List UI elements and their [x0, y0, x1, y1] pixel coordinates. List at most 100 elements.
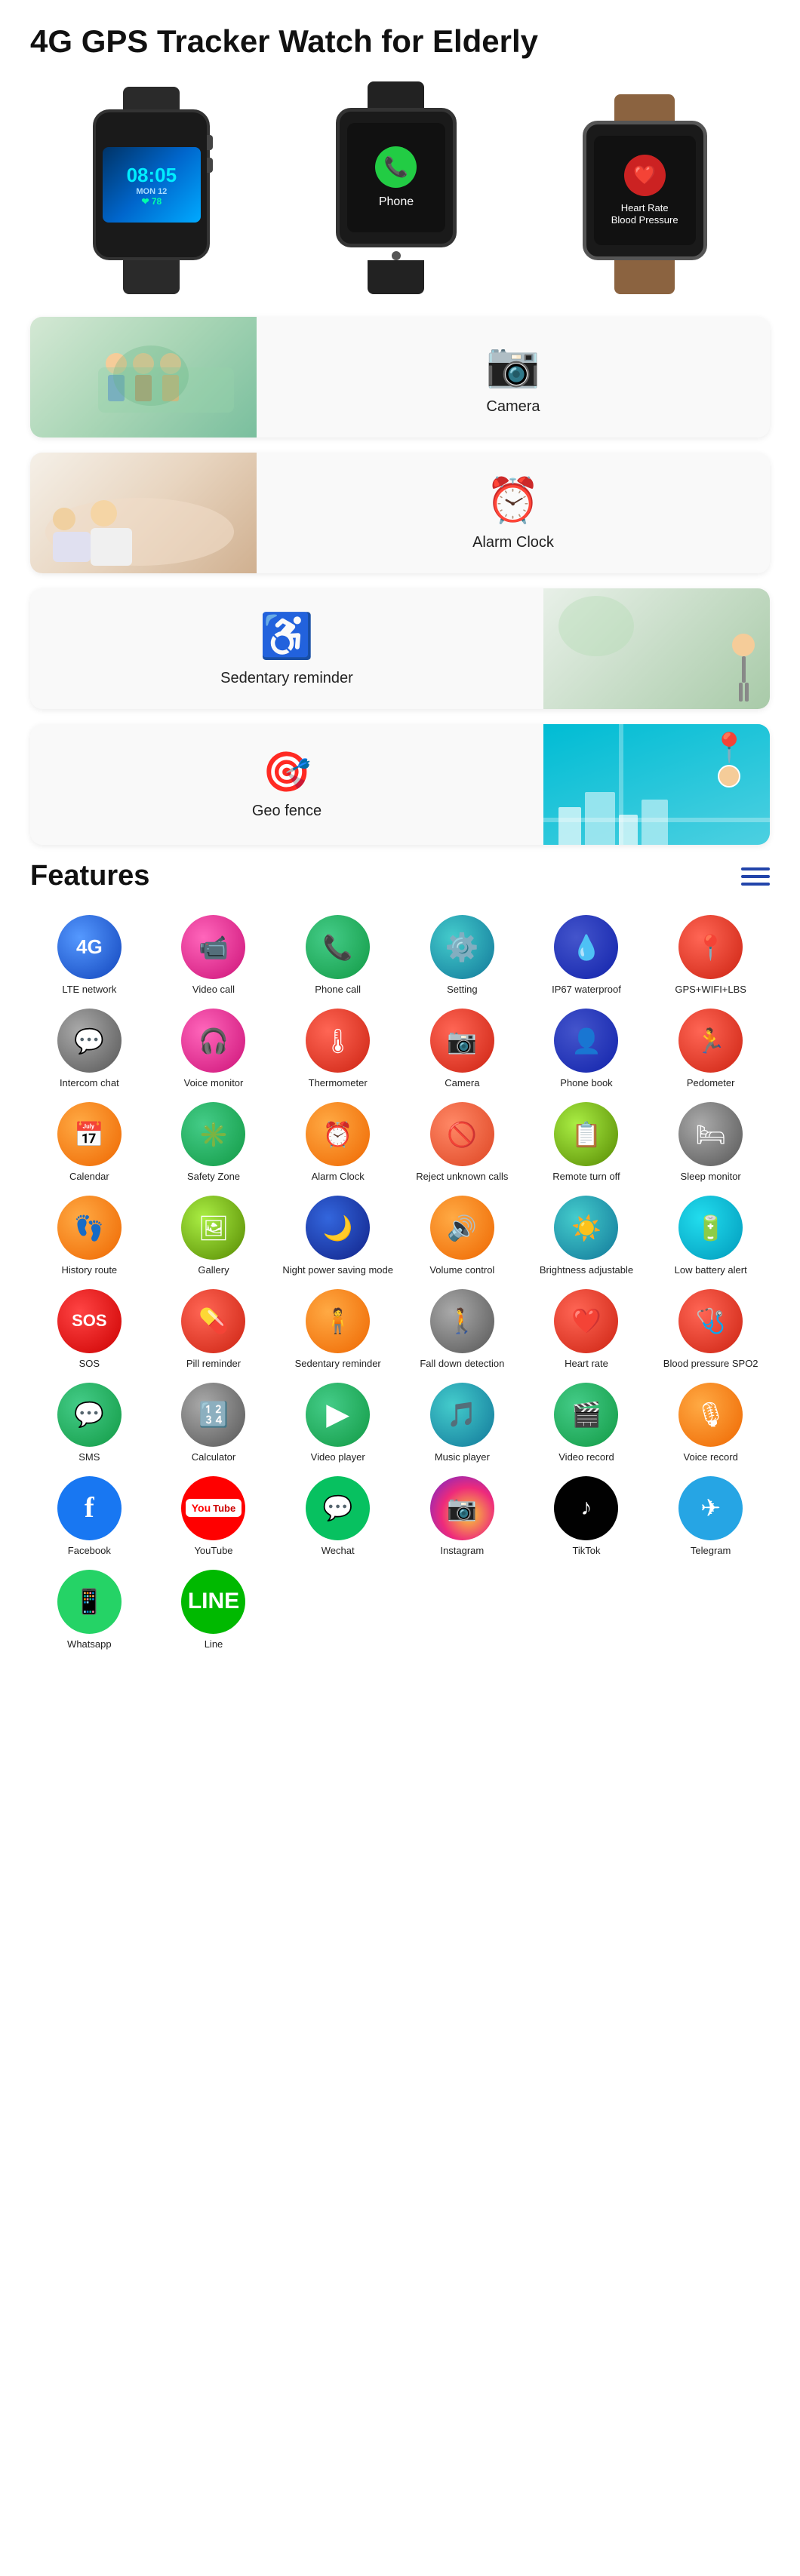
feature-ip67[interactable]: 💧 IP67 waterproof: [528, 915, 646, 996]
camera2-label: Camera: [445, 1077, 479, 1090]
alarm-label: Alarm Clock: [472, 534, 554, 551]
volume-control-label: Volume control: [429, 1264, 494, 1277]
feature-phonebook[interactable]: 👤 Phone book: [528, 1009, 646, 1090]
feature-gps[interactable]: 📍 GPS+WIFI+LBS: [651, 915, 770, 996]
phone-call-icon: 📞: [306, 915, 370, 979]
voice-monitor-icon: 🎧: [181, 1009, 245, 1073]
feature-brightness[interactable]: ☀️ Brightness adjustable: [528, 1196, 646, 1277]
heart-rate-label: Heart rate: [565, 1358, 608, 1371]
video-player-label: Video player: [311, 1451, 365, 1464]
feature-tiktok[interactable]: ♪ TikTok: [528, 1476, 646, 1558]
watch3-label: Heart RateBlood Pressure: [611, 202, 678, 228]
alarm-photo: [30, 453, 257, 573]
geo-icon-symbol: 🎯: [263, 749, 312, 795]
safety-zone-label: Safety Zone: [187, 1171, 240, 1184]
feature-intercom[interactable]: 💬 Intercom chat: [30, 1009, 149, 1090]
brightness-icon: ☀️: [554, 1196, 618, 1260]
feature-phone-call[interactable]: 📞 Phone call: [278, 915, 397, 996]
feature-video-player[interactable]: ▶ Video player: [278, 1383, 397, 1464]
feature-voice-record[interactable]: 🎙 Voice record: [651, 1383, 770, 1464]
feature-heart-rate[interactable]: ❤️ Heart rate: [528, 1289, 646, 1371]
whatsapp-label: Whatsapp: [67, 1638, 112, 1651]
features-title: Features: [30, 860, 149, 892]
feature-setting[interactable]: ⚙️ Setting: [403, 915, 522, 996]
feature-sos[interactable]: SOS SOS: [30, 1289, 149, 1371]
phone-icon: 📞: [375, 146, 417, 188]
feature-pill[interactable]: 💊 Pill reminder: [155, 1289, 273, 1371]
feature-lte[interactable]: 4G LTE network: [30, 915, 149, 996]
feature-wechat[interactable]: 💬 Wechat: [278, 1476, 397, 1558]
sedentary2-label: Sedentary reminder: [295, 1358, 381, 1371]
youtube-label: YouTube: [194, 1545, 232, 1558]
watch2-label: Phone: [379, 195, 414, 209]
feature-music-player[interactable]: 🎵 Music player: [403, 1383, 522, 1464]
geo-icon-area: 🎯 Geo fence: [30, 749, 543, 820]
reject-calls-icon: 🚫: [430, 1102, 494, 1166]
hamburger-menu[interactable]: [741, 867, 770, 886]
heart-icon: ❤️: [624, 155, 666, 196]
feature-instagram[interactable]: 📷 Instagram: [403, 1476, 522, 1558]
alarm-icon-area: ⏰ Alarm Clock: [257, 475, 770, 551]
safety-zone-icon: ✳️: [181, 1102, 245, 1166]
feature-calculator[interactable]: 🔢 Calculator: [155, 1383, 273, 1464]
alarm-clock2-label: Alarm Clock: [312, 1171, 365, 1184]
camera-photo: [30, 317, 257, 438]
feature-blood-pressure[interactable]: 🩺 Blood pressure SPO2: [651, 1289, 770, 1371]
feature-youtube[interactable]: YouTube YouTube: [155, 1476, 273, 1558]
sedentary-icon-area: ♿ Sedentary reminder: [30, 611, 543, 687]
camera-label: Camera: [486, 398, 540, 416]
feature-fall-detection[interactable]: 🚶 Fall down detection: [403, 1289, 522, 1371]
wechat-icon: 💬: [306, 1476, 370, 1540]
feature-pedometer[interactable]: 🏃 Pedometer: [651, 1009, 770, 1090]
fall-detection-label: Fall down detection: [420, 1358, 504, 1371]
feature-low-battery[interactable]: 🔋 Low battery alert: [651, 1196, 770, 1277]
camera2-icon: 📷: [430, 1009, 494, 1073]
lte-icon: 4G: [57, 915, 122, 979]
feature-gallery[interactable]: 🖼 Gallery: [155, 1196, 273, 1277]
feature-remote-off[interactable]: 📋 Remote turn off: [528, 1102, 646, 1184]
feature-telegram[interactable]: ✈ Telegram: [651, 1476, 770, 1558]
video-record-label: Video record: [558, 1451, 614, 1464]
tiktok-icon: ♪: [554, 1476, 618, 1540]
blood-pressure-icon: 🩺: [678, 1289, 743, 1353]
page-title: 4G GPS Tracker Watch for Elderly: [30, 23, 770, 60]
tiktok-label: TikTok: [572, 1545, 600, 1558]
camera-icon-symbol: 📷: [486, 339, 540, 391]
feature-sedentary2[interactable]: 🧍 Sedentary reminder: [278, 1289, 397, 1371]
voice-monitor-label: Voice monitor: [184, 1077, 244, 1090]
watch1-time: 08:05: [127, 164, 177, 187]
feature-thermometer[interactable]: 🌡 Thermometer: [278, 1009, 397, 1090]
feature-line[interactable]: LINE Line: [155, 1570, 273, 1651]
feature-whatsapp[interactable]: 📱 Whatsapp: [30, 1570, 149, 1651]
feature-video-call[interactable]: 📹 Video call: [155, 915, 273, 996]
geo-label: Geo fence: [252, 803, 322, 820]
feature-volume-control[interactable]: 🔊 Volume control: [403, 1196, 522, 1277]
video-player-icon: ▶: [306, 1383, 370, 1447]
feature-history-route[interactable]: 👣 History route: [30, 1196, 149, 1277]
feature-alarm-clock2[interactable]: ⏰ Alarm Clock: [278, 1102, 397, 1184]
instagram-label: Instagram: [440, 1545, 484, 1558]
remote-off-icon: 📋: [554, 1102, 618, 1166]
feature-voice-monitor[interactable]: 🎧 Voice monitor: [155, 1009, 273, 1090]
setting-icon: ⚙️: [430, 915, 494, 979]
fall-detection-icon: 🚶: [430, 1289, 494, 1353]
feature-camera2[interactable]: 📷 Camera: [403, 1009, 522, 1090]
alarm-clock2-icon: ⏰: [306, 1102, 370, 1166]
feature-reject-calls[interactable]: 🚫 Reject unknown calls: [403, 1102, 522, 1184]
feature-sms[interactable]: 💬 SMS: [30, 1383, 149, 1464]
feature-safety-zone[interactable]: ✳️ Safety Zone: [155, 1102, 273, 1184]
video-record-icon: 🎬: [554, 1383, 618, 1447]
music-player-label: Music player: [435, 1451, 490, 1464]
watch-display: 08:05 MON 12 ❤ 78: [93, 87, 210, 294]
feature-facebook[interactable]: f Facebook: [30, 1476, 149, 1558]
feature-card-geo: 📍 🎯 Geo fence: [30, 724, 770, 845]
pill-icon: 💊: [181, 1289, 245, 1353]
sedentary2-icon: 🧍: [306, 1289, 370, 1353]
feature-sleep-monitor[interactable]: 🛏 Sleep monitor: [651, 1102, 770, 1184]
feature-video-record[interactable]: 🎬 Video record: [528, 1383, 646, 1464]
reject-calls-label: Reject unknown calls: [416, 1171, 508, 1184]
feature-night-power[interactable]: 🌙 Night power saving mode: [278, 1196, 397, 1277]
feature-calendar[interactable]: 📅 Calendar: [30, 1102, 149, 1184]
line-label: Line: [205, 1638, 223, 1651]
phonebook-icon: 👤: [554, 1009, 618, 1073]
